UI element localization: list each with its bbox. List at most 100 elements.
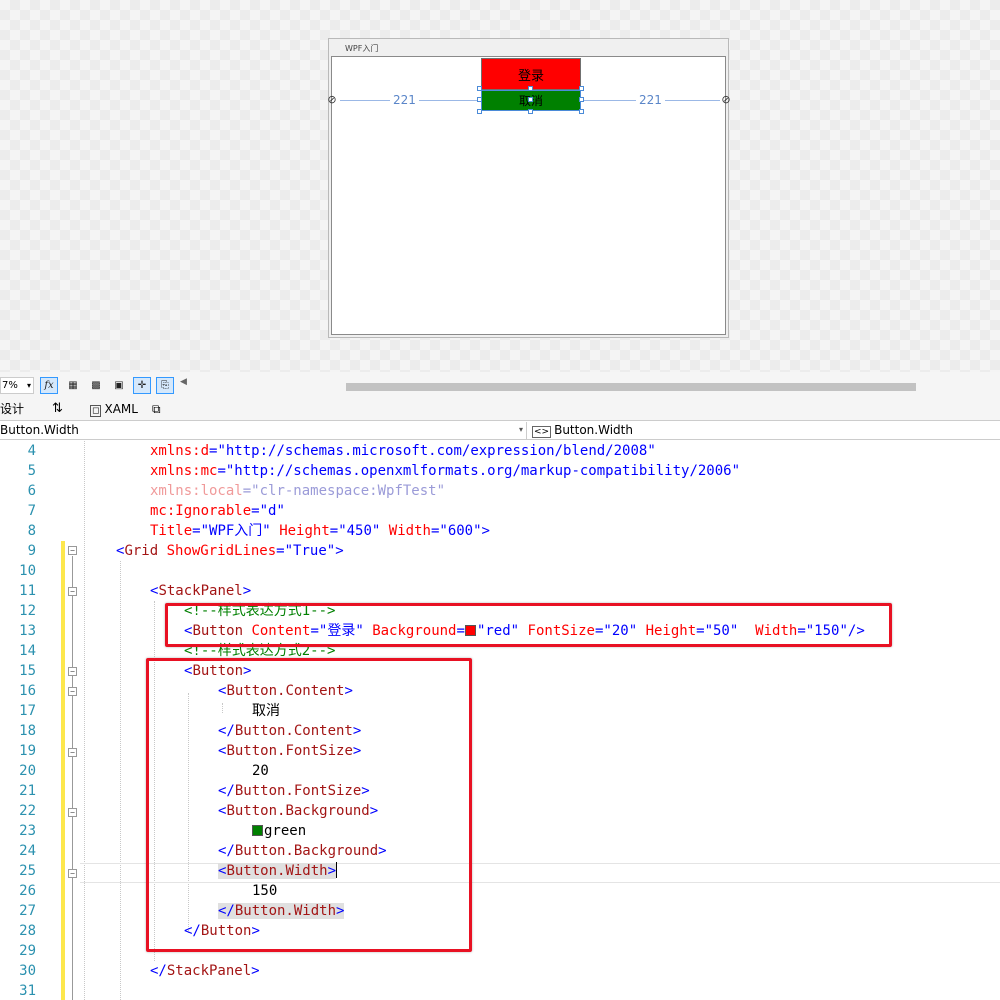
project-code-button[interactable]: ⎘ — [156, 377, 174, 394]
code-line-30[interactable]: </StackPanel> — [150, 961, 260, 981]
selection-handle[interactable] — [528, 86, 533, 91]
member-dropdown[interactable]: <> Button.Width — [532, 422, 1000, 439]
selection-handle[interactable] — [477, 97, 482, 102]
line-number: 12 — [19, 603, 36, 619]
left-margin-label: 221 — [390, 93, 419, 107]
design-surface[interactable]: WPF入门 221 221 ⊘ ⊘ 登录 取消 — [0, 0, 1000, 372]
tag-name: Grid — [124, 543, 159, 559]
line-number: 24 — [19, 843, 36, 859]
attr: xmlns:local — [150, 483, 243, 499]
fold-toggle[interactable]: − — [68, 687, 77, 696]
scope-value: Button.Width — [0, 423, 79, 437]
eq: = — [217, 463, 226, 479]
checkerboard-icon: ▣ — [114, 380, 124, 391]
attr: xmlns:mc — [150, 463, 218, 479]
selection-handle[interactable] — [579, 97, 584, 102]
fold-toggle[interactable]: − — [68, 546, 77, 555]
snap-lines-icon: ✛ — [137, 380, 147, 391]
attr: xmlns:d — [150, 443, 210, 459]
tab-design[interactable]: 设计 — [0, 401, 24, 419]
window-client-area[interactable]: 221 221 ⊘ ⊘ 登录 取消 — [327, 56, 731, 335]
line-number: 17 — [19, 703, 36, 719]
eq: = — [242, 483, 252, 499]
fold-toggle[interactable]: − — [68, 667, 77, 676]
fx-icon: fx — [44, 380, 54, 391]
tag-close: > — [242, 583, 252, 599]
code-line-5[interactable]: xmlns:mc="http://schemas.openxmlformats.… — [150, 461, 740, 481]
tag-name: StackPanel — [158, 583, 243, 599]
line-number: 27 — [19, 903, 36, 919]
line-number: 4 — [27, 443, 36, 459]
window-title: WPF入门 — [345, 44, 379, 53]
designer-toolbar: 7% ▾ fx ▦ ▩ ▣ ✛ ⎘ ◀ — [0, 372, 1000, 400]
line-number: 21 — [19, 783, 36, 799]
snap-grid-icon: ▩ — [91, 380, 101, 391]
line-number: 23 — [19, 823, 36, 839]
line-number: 8 — [27, 523, 36, 539]
selection-handle[interactable] — [477, 109, 482, 114]
selection-handle[interactable] — [477, 86, 482, 91]
code-line-9[interactable]: <Grid ShowGridLines="True"> — [116, 541, 344, 561]
login-button-label: 登录 — [517, 68, 544, 84]
selection-handle[interactable] — [579, 109, 584, 114]
code-line-6[interactable]: xmlns:local="clr-namespace:WpfTest" — [150, 481, 445, 501]
artboard-background-button[interactable]: ▣ — [110, 377, 128, 394]
scope-dropdown[interactable]: Button.Width ▾ — [0, 422, 527, 439]
left-anchor-icon[interactable]: ⊘ — [326, 94, 338, 106]
line-number: 11 — [19, 583, 36, 599]
xaml-code-editor[interactable]: 4 5 6 7 8 9 10 11 12 13 14 15 16 17 18 19 20 21 22 23 24 25 26… — [0, 441, 1000, 1000]
line-number: 31 — [19, 983, 36, 999]
member-value: Button.Width — [554, 423, 633, 437]
fold-toggle[interactable]: − — [68, 869, 77, 878]
tag-close: > — [251, 963, 260, 979]
chevron-down-icon: ▾ — [26, 381, 31, 390]
selection-handle[interactable] — [528, 97, 533, 102]
line-number: 30 — [19, 963, 36, 979]
tab-design-label: 设计 — [0, 402, 25, 416]
fold-guide — [72, 556, 73, 1000]
view-tabs: 设计 ⇅ ◻ XAML ⧉ — [0, 398, 1000, 420]
scroll-left-icon[interactable]: ◀ — [180, 377, 187, 387]
code-line-4[interactable]: xmlns:d="http://schemas.microsoft.com/ex… — [150, 441, 656, 461]
snap-gridlines-button[interactable]: ▩ — [87, 377, 105, 394]
tab-xaml[interactable]: ◻ XAML — [90, 401, 138, 419]
right-margin-label: 221 — [636, 93, 665, 107]
grid-toggle-button[interactable]: ▦ — [64, 377, 82, 394]
horizontal-scrollbar[interactable] — [346, 383, 916, 391]
snap-to-lines-button[interactable]: ✛ — [133, 377, 151, 394]
code-line-8[interactable]: Title="WPF入门" Height="450" Width="600"> — [150, 521, 490, 541]
zoom-dropdown[interactable]: 7% ▾ — [0, 377, 34, 394]
formula-toggle-button[interactable]: fx — [40, 377, 58, 394]
tag-open: </ — [150, 963, 167, 979]
popout-button[interactable]: ⧉ — [152, 401, 161, 419]
value: "450" — [338, 523, 381, 539]
attr: Height — [279, 523, 330, 539]
line-number: 19 — [19, 743, 36, 759]
attr: Width — [388, 523, 431, 539]
right-anchor-icon[interactable]: ⊘ — [720, 94, 732, 106]
line-number: 25 — [19, 863, 36, 879]
fold-toggle[interactable]: − — [68, 587, 77, 596]
fold-toggle[interactable]: − — [68, 748, 77, 757]
code-navigation-bar: Button.Width ▾ <> Button.Width — [0, 420, 1000, 440]
selection-handle[interactable] — [528, 109, 533, 114]
selection-handle[interactable] — [579, 86, 584, 91]
swap-panes-button[interactable]: ⇅ — [52, 401, 63, 419]
line-number: 28 — [19, 923, 36, 939]
value: "http://schemas.openxmlformats.org/marku… — [225, 463, 741, 479]
value: "d" — [259, 503, 285, 519]
attr: mc:Ignorable — [150, 503, 252, 519]
grid-icon: ▦ — [68, 380, 78, 391]
code-line-11[interactable]: <StackPanel> — [150, 581, 251, 601]
value: "http://schemas.microsoft.com/expression… — [217, 443, 656, 459]
change-indicator-bar — [61, 541, 65, 1000]
line-number: 6 — [27, 483, 36, 499]
eq: = — [251, 503, 260, 519]
popout-icon: ⧉ — [152, 402, 161, 416]
value: "clr-namespace:WpfTest" — [251, 483, 446, 499]
line-number: 14 — [19, 643, 36, 659]
line-number: 15 — [19, 663, 36, 679]
code-line-7[interactable]: mc:Ignorable="d" — [150, 501, 285, 521]
chevron-down-icon: ▾ — [518, 425, 523, 434]
fold-toggle[interactable]: − — [68, 808, 77, 817]
